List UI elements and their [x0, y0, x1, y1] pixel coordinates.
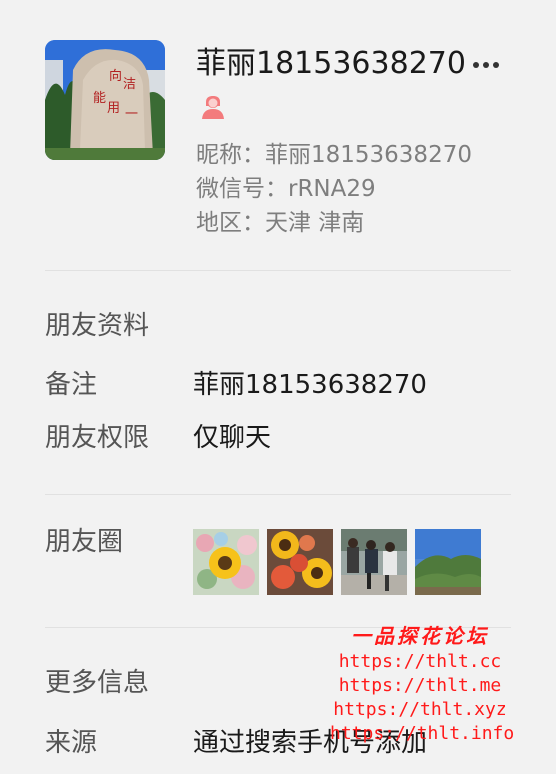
- display-name-text: 菲丽18153638270: [196, 46, 466, 81]
- avatar[interactable]: 向 洁 能 用 一: [45, 40, 165, 160]
- watermark-url: https://thlt.cc: [338, 651, 502, 672]
- region-line: 地区：天津 津南: [196, 210, 365, 236]
- svg-text:一: 一: [125, 107, 138, 122]
- moments-thumbnails[interactable]: [193, 529, 481, 595]
- female-icon: [200, 89, 226, 119]
- section-title-friend-info: 朋友资料: [45, 311, 150, 341]
- source-value: 通过搜索手机号添加: [193, 728, 428, 758]
- permission-value[interactable]: 仅聊天: [193, 421, 271, 455]
- svg-text:用: 用: [107, 101, 120, 116]
- nickname-line: 昵称：菲丽18153638270: [196, 142, 472, 168]
- svg-text:洁: 洁: [123, 77, 136, 92]
- ellipsis-icon: [473, 62, 499, 68]
- remark-value[interactable]: 菲丽18153638270: [193, 368, 427, 402]
- remark-label[interactable]: 备注: [45, 368, 97, 402]
- moments-thumbnail[interactable]: [193, 529, 259, 595]
- watermark-url: https://thlt.xyz: [333, 699, 507, 720]
- svg-text:能: 能: [93, 91, 106, 106]
- moments-thumbnail[interactable]: [267, 529, 333, 595]
- avatar-image: 向 洁 能 用 一: [45, 40, 165, 160]
- watermark-url: https://thlt.me: [338, 675, 502, 696]
- source-label: 来源: [45, 728, 98, 758]
- moments-thumbnail[interactable]: [341, 529, 407, 595]
- wechat-id-line: 微信号：rRNA29: [196, 176, 376, 202]
- moments-label[interactable]: 朋友圈: [45, 525, 123, 559]
- divider: [45, 270, 511, 271]
- more-options-button[interactable]: [466, 50, 506, 80]
- svg-text:向: 向: [109, 68, 122, 84]
- display-name: 菲丽18153638270: [196, 42, 474, 130]
- moments-thumbnail[interactable]: [415, 529, 481, 595]
- section-title-more-info: 更多信息: [45, 668, 150, 698]
- permission-label[interactable]: 朋友权限: [45, 421, 149, 455]
- divider: [45, 494, 511, 495]
- divider: [45, 627, 511, 628]
